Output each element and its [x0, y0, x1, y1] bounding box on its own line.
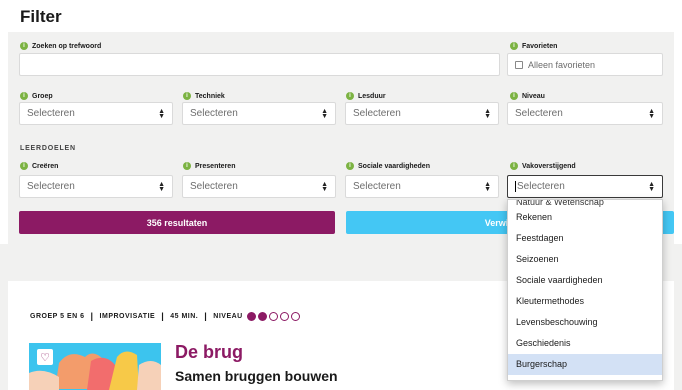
sociale-select[interactable]: Selecteren ▲ ▼ — [345, 175, 499, 198]
info-icon: i — [510, 162, 518, 170]
info-icon: i — [346, 92, 354, 100]
heart-icon[interactable]: ♡ — [37, 349, 53, 365]
page-title: Filter — [20, 7, 62, 26]
favorites-checkbox-field[interactable]: Alleen favorieten — [507, 53, 663, 76]
niveau-dot-filled — [257, 311, 267, 321]
results-button[interactable]: 356 resultaten — [19, 211, 335, 234]
dropdown-option-partial[interactable]: Natuur & Wetenschap — [508, 200, 662, 207]
favorites-checkbox[interactable] — [515, 60, 523, 69]
techniek-label: i Techniek — [183, 92, 225, 100]
niveau-select[interactable]: Selecteren ▲ ▼ — [507, 102, 663, 125]
meta-groep: GROEP 5 EN 6 — [30, 312, 85, 320]
niveau-dot-filled — [246, 311, 256, 321]
sociale-label: i Sociale vaardigheden — [346, 162, 430, 170]
info-icon: i — [20, 162, 28, 170]
dropdown-option[interactable]: Geschiedenis — [508, 333, 662, 354]
favorites-option-label: Alleen favorieten — [528, 59, 596, 70]
lesson-meta: GROEP 5 EN 6 | IMPROVISATIE | 45 MIN. | … — [30, 311, 302, 321]
dropdown-option[interactable]: Kleutermethodes — [508, 291, 662, 312]
sort-arrows-icon: ▲ ▼ — [158, 107, 165, 120]
lesson-title[interactable]: De brug — [175, 342, 243, 363]
niveau-label: i Niveau — [510, 92, 545, 100]
dropdown-option[interactable]: Feestdagen — [508, 228, 662, 249]
info-icon: i — [510, 92, 518, 100]
techniek-select[interactable]: Selecteren ▲ ▼ — [182, 102, 336, 125]
niveau-dot-empty — [290, 311, 300, 321]
info-icon: i — [20, 42, 28, 50]
sort-arrows-icon: ▲ ▼ — [158, 180, 165, 193]
dropdown-option[interactable]: Sociale vaardigheden — [508, 270, 662, 291]
info-icon: i — [20, 92, 28, 100]
creeren-select[interactable]: Selecteren ▲ ▼ — [19, 175, 173, 198]
info-icon: i — [346, 162, 354, 170]
groep-select[interactable]: Selecteren ▲ ▼ — [19, 102, 173, 125]
creeren-label: i Creëren — [20, 162, 58, 170]
niveau-rating — [246, 311, 302, 321]
meta-duur: 45 MIN. — [170, 312, 199, 320]
niveau-dot-empty — [268, 311, 278, 321]
favorites-label: i Favorieten — [510, 42, 557, 50]
vakoverstijgend-label: i Vakoverstijgend — [510, 162, 576, 170]
info-icon: i — [183, 162, 191, 170]
dropdown-option[interactable]: Levensbeschouwing — [508, 312, 662, 333]
dropdown-option[interactable]: Seizoenen — [508, 249, 662, 270]
lesson-subtitle: Samen bruggen bouwen — [175, 368, 338, 384]
info-icon: i — [183, 92, 191, 100]
keyword-label: i Zoeken op trefwoord — [20, 42, 101, 50]
meta-techniek: IMPROVISATIE — [99, 312, 156, 320]
keyword-input[interactable] — [19, 53, 500, 76]
sort-arrows-icon: ▲ ▼ — [321, 107, 328, 120]
vakoverstijgend-select[interactable]: Selecteren ▲ ▼ — [507, 175, 663, 198]
presenteren-select[interactable]: Selecteren ▲ ▼ — [182, 175, 336, 198]
sort-arrows-icon: ▲ ▼ — [484, 107, 491, 120]
niveau-dot-empty — [279, 311, 289, 321]
sort-arrows-icon: ▲ ▼ — [321, 180, 328, 193]
sort-arrows-icon: ▲ ▼ — [648, 107, 655, 120]
vakoverstijgend-dropdown-list[interactable]: Natuur & Wetenschap Rekenen Feestdagen Sei… — [507, 199, 663, 381]
groep-label: i Groep — [20, 92, 53, 100]
dropdown-option[interactable]: Burgerschap — [508, 354, 662, 375]
sort-arrows-icon: ▲ ▼ — [648, 180, 655, 193]
sort-arrows-icon: ▲ ▼ — [484, 180, 491, 193]
presenteren-label: i Presenteren — [183, 162, 235, 170]
lesduur-label: i Lesduur — [346, 92, 386, 100]
lesduur-select[interactable]: Selecteren ▲ ▼ — [345, 102, 499, 125]
info-icon: i — [510, 42, 518, 50]
leerdoelen-section-label: LEERDOELEN — [20, 145, 76, 152]
lesson-thumbnail[interactable]: ♡ — [29, 343, 161, 390]
meta-niveau-label: NIVEAU — [213, 312, 243, 320]
dropdown-option[interactable]: Rekenen — [508, 207, 662, 228]
